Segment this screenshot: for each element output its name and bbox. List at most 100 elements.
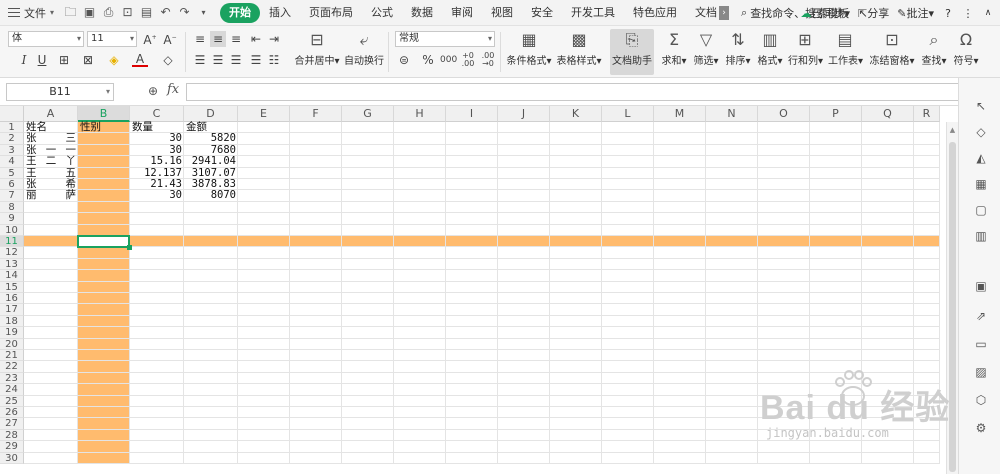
cell-b2[interactable] [80,133,128,144]
chevron-down-icon[interactable]: ▾ [197,6,210,19]
font-name-select[interactable]: 体 ▾ [8,31,84,47]
row-header-23[interactable]: 23 [0,372,24,385]
active-cell-b11[interactable] [77,235,130,249]
tab-page-layout[interactable]: 页面布局 [300,3,362,23]
cell-c6[interactable]: 21.43 [132,179,182,190]
cell-a5[interactable]: 王五 [26,167,76,179]
row-header-26[interactable]: 26 [0,407,24,419]
row-header-18[interactable]: 18 [0,315,24,328]
number-format-select[interactable]: 常规 ▾ [395,31,495,47]
row-header-7[interactable]: 7 [0,190,24,202]
file-menu[interactable]: 文件 ▾ [0,2,60,24]
tab-developer[interactable]: 开发工具 [562,3,624,23]
row-header-19[interactable]: 19 [0,327,24,339]
cell-a1[interactable]: 姓名 [26,122,76,133]
undo-icon[interactable]: ↶ [159,6,172,19]
wrap-text-button[interactable]: ⤶ 自动换行 [344,29,384,75]
row-header-11[interactable]: 11 [0,236,24,248]
percent-icon[interactable]: % [420,52,436,68]
cell-b5[interactable] [80,168,128,179]
sum-button[interactable]: Σ 求和▾ [660,29,688,75]
shapes-icon[interactable]: ◇ [973,124,989,140]
cell-d5[interactable]: 3107.07 [186,167,236,179]
shield-icon[interactable]: ⬡ [973,392,989,408]
row-header-8[interactable]: 8 [0,201,24,214]
row-header-1[interactable]: 1 [0,122,24,134]
cell-a6[interactable]: 张希 [26,179,76,190]
row-header-20[interactable]: 20 [0,338,24,350]
border-style-icon[interactable]: ▢ [973,202,989,218]
column-header-k[interactable]: K [550,106,602,122]
cell-a4[interactable]: 王二丫 [26,156,76,167]
border-icon[interactable]: ⊞ [56,52,72,68]
row-header-6[interactable]: 6 [0,179,24,191]
redo-icon[interactable]: ↷ [178,6,191,19]
justify-icon[interactable]: ☰ [248,52,264,68]
column-header-d[interactable]: D [184,106,238,122]
row-header-9[interactable]: 9 [0,213,24,225]
cell-c3[interactable]: 30 [132,144,182,156]
column-header-m[interactable]: M [654,106,706,122]
cell-a2[interactable]: 张三 [26,133,76,144]
row-header-16[interactable]: 16 [0,293,24,305]
row-header-28[interactable]: 28 [0,429,24,442]
symbol-button[interactable]: Ω 符号▾ [952,29,980,75]
zoom-formula-icon[interactable]: ⊕ [148,84,158,98]
tab-special-apps[interactable]: 特色应用 [624,3,686,23]
print-preview-icon[interactable]: ⊡ [121,6,134,19]
cursor-icon[interactable]: ↖ [973,98,989,114]
export-icon[interactable]: ⇗ [973,308,989,324]
tab-insert[interactable]: 插入 [260,3,300,23]
align-middle-icon[interactable]: ≡ [210,31,226,47]
select-all-corner[interactable] [0,106,24,122]
more-tabs-icon[interactable]: › [719,5,730,20]
sort-button[interactable]: ⇅ 排序▾ [724,29,752,75]
align-top-icon[interactable]: ≡ [192,31,208,47]
row-header-15[interactable]: 15 [0,281,24,293]
cell-d4[interactable]: 2941.04 [186,156,236,167]
image-icon[interactable]: ▨ [973,364,989,380]
document-helper-button[interactable]: ⎘ 文档助手 [610,29,654,75]
column-header-r[interactable]: R [914,106,940,122]
row-header-5[interactable]: 5 [0,167,24,179]
rows-columns-button[interactable]: ⊞ 行和列▾ [788,29,823,75]
row-header-13[interactable]: 13 [0,258,24,271]
increase-decimal-icon[interactable]: +0.00 [460,52,476,68]
filter-button[interactable]: ▽ 筛选▾ [692,29,720,75]
column-header-h[interactable]: H [394,106,446,122]
cell-b4[interactable] [80,156,128,167]
table-icon[interactable]: ▦ [973,176,989,192]
cell-b3[interactable] [80,145,128,156]
settings-icon[interactable]: ⚙ [973,420,989,436]
sync-button[interactable]: ☁已同步▾ [801,5,851,21]
comment-button[interactable]: ✎批注▾ [897,5,934,21]
row-header-12[interactable]: 12 [0,247,24,259]
tab-data[interactable]: 数据 [402,3,442,23]
column-header-l[interactable]: L [602,106,654,122]
cell-d3[interactable]: 7680 [186,144,236,156]
backup-icon[interactable]: ▣ [973,278,989,294]
column-header-a[interactable]: A [24,106,78,122]
row-header-25[interactable]: 25 [0,395,24,407]
fx-icon[interactable]: fx [167,82,179,97]
cell-a3[interactable]: 张一一 [26,144,76,156]
scroll-up-icon[interactable]: ▲ [947,126,958,134]
cell-style-icon[interactable]: ⊠ [80,52,96,68]
find-button[interactable]: ⌕ 查找▾ [920,29,948,75]
align-bottom-icon[interactable]: ≡ [228,31,244,47]
format-button[interactable]: ▥ 格式▾ [756,29,784,75]
collapse-icon[interactable]: ∧ [982,8,994,18]
cell-c1[interactable]: 数量 [132,122,182,133]
column-header-o[interactable]: O [758,106,810,122]
cell-b7[interactable] [80,190,128,201]
column-header-g[interactable]: G [342,106,394,122]
cell-d6[interactable]: 3878.83 [186,179,236,190]
cell-d7[interactable]: 8070 [186,190,236,201]
fill-handle[interactable] [127,245,132,251]
formula-input[interactable] [186,83,966,101]
font-color-icon[interactable]: A [132,52,148,67]
cell-c7[interactable]: 30 [132,190,182,201]
cell-c4[interactable]: 15.16 [132,156,182,167]
font-size-select[interactable]: 11 ▾ [87,31,137,47]
currency-icon[interactable]: ⊜ [396,52,412,68]
